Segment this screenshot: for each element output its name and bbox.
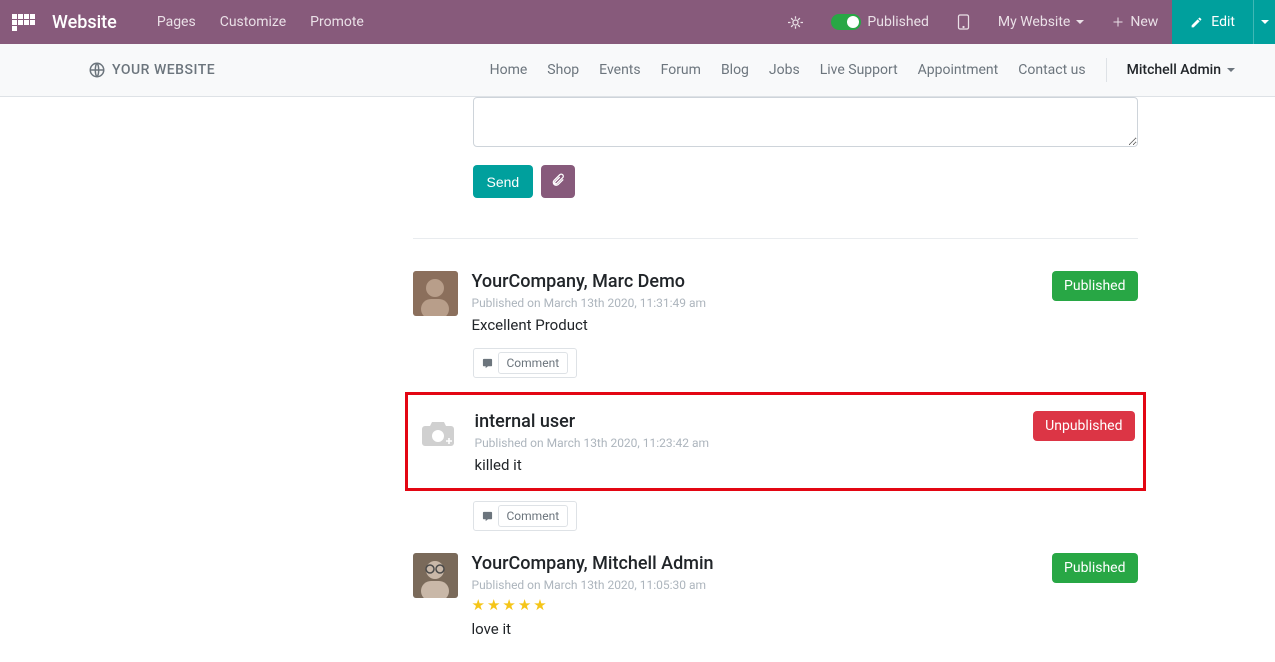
comment-author: internal user [475,411,1020,432]
comment-author: YourCompany, Mitchell Admin [472,553,1039,574]
attach-button[interactable] [541,165,575,198]
my-website-label: My Website [998,14,1070,30]
comment-author: YourCompany, Marc Demo [472,271,1039,292]
published-label: Published [867,14,928,30]
send-button[interactable]: Send [473,165,534,198]
reply-link-row: Comment [473,501,1138,531]
nav-events[interactable]: Events [599,62,640,78]
nav-blog[interactable]: Blog [721,62,749,78]
top-menu-promote[interactable]: Promote [310,14,364,30]
nav-separator [1106,58,1107,82]
divider [413,238,1138,239]
new-button[interactable]: New [1098,0,1172,44]
nav-shop[interactable]: Shop [547,62,579,78]
site-nav: YOUR WEBSITE Home Shop Events Forum Blog… [0,44,1275,97]
mobile-preview-icon[interactable] [943,0,984,44]
nav-jobs[interactable]: Jobs [769,62,800,78]
chevron-down-icon [1227,68,1235,72]
comment-item: internal user Published on March 13th 20… [416,403,1135,478]
nav-contact[interactable]: Contact us [1018,62,1085,78]
brand-title: Website [52,12,117,33]
site-logo-text: YOUR WEBSITE [112,62,215,78]
edit-button[interactable]: Edit [1172,0,1253,44]
site-logo[interactable]: YOUR WEBSITE [88,61,215,79]
reply-label: Comment [498,505,569,527]
nav-user-name: Mitchell Admin [1127,62,1221,78]
comment-text: Excellent Product [472,316,1039,334]
toggle-switch-icon [831,14,861,30]
reply-label: Comment [498,352,569,374]
status-badge[interactable]: Unpublished [1033,411,1134,441]
top-menu-customize[interactable]: Customize [220,14,286,30]
nav-live-support[interactable]: Live Support [820,62,898,78]
comment-date: Published on March 13th 2020, 11:31:49 a… [472,296,1039,310]
comment-icon [482,511,493,522]
nav-home[interactable]: Home [490,62,528,78]
comment-item: YourCompany, Mitchell Admin Published on… [413,545,1138,642]
topbar: Website Pages Customize Promote Publishe… [0,0,1275,44]
new-label: New [1130,14,1158,30]
chevron-down-icon [1076,20,1084,24]
apps-menu-icon[interactable] [12,14,36,31]
comment-item: YourCompany, Marc Demo Published on Marc… [413,263,1138,338]
comments-list: YourCompany, Marc Demo Published on Marc… [413,263,1138,642]
reply-button[interactable]: Comment [473,348,578,378]
reply-link-row: Comment [473,348,1138,378]
comment-textarea[interactable] [473,97,1138,147]
reply-button[interactable]: Comment [473,501,578,531]
status-badge[interactable]: Published [1052,271,1137,301]
highlighted-comment: internal user Published on March 13th 20… [405,392,1146,491]
my-website-dropdown[interactable]: My Website [984,0,1098,44]
edit-label: Edit [1211,14,1235,30]
paperclip-icon [551,173,565,187]
edit-dropdown[interactable] [1253,0,1275,44]
comment-date: Published on March 13th 2020, 11:05:30 a… [472,578,1039,592]
top-menu: Pages Customize Promote [157,14,364,30]
status-badge[interactable]: Published [1052,553,1137,583]
star-rating: ★★★★★ [472,596,1039,614]
comment-date: Published on March 13th 2020, 11:23:42 a… [475,436,1020,450]
nav-appointment[interactable]: Appointment [918,62,999,78]
comment-icon [482,358,493,369]
avatar [413,271,458,316]
avatar [413,553,458,598]
debug-icon[interactable] [774,0,817,44]
nav-forum[interactable]: Forum [661,62,701,78]
published-toggle[interactable]: Published [817,0,942,44]
camera-placeholder-icon [421,420,455,448]
comment-text: killed it [475,456,1020,474]
comment-text: love it [472,620,1039,638]
top-menu-pages[interactable]: Pages [157,14,196,30]
nav-user-dropdown[interactable]: Mitchell Admin [1127,62,1235,78]
avatar [416,411,461,456]
chevron-down-icon [1261,20,1269,24]
